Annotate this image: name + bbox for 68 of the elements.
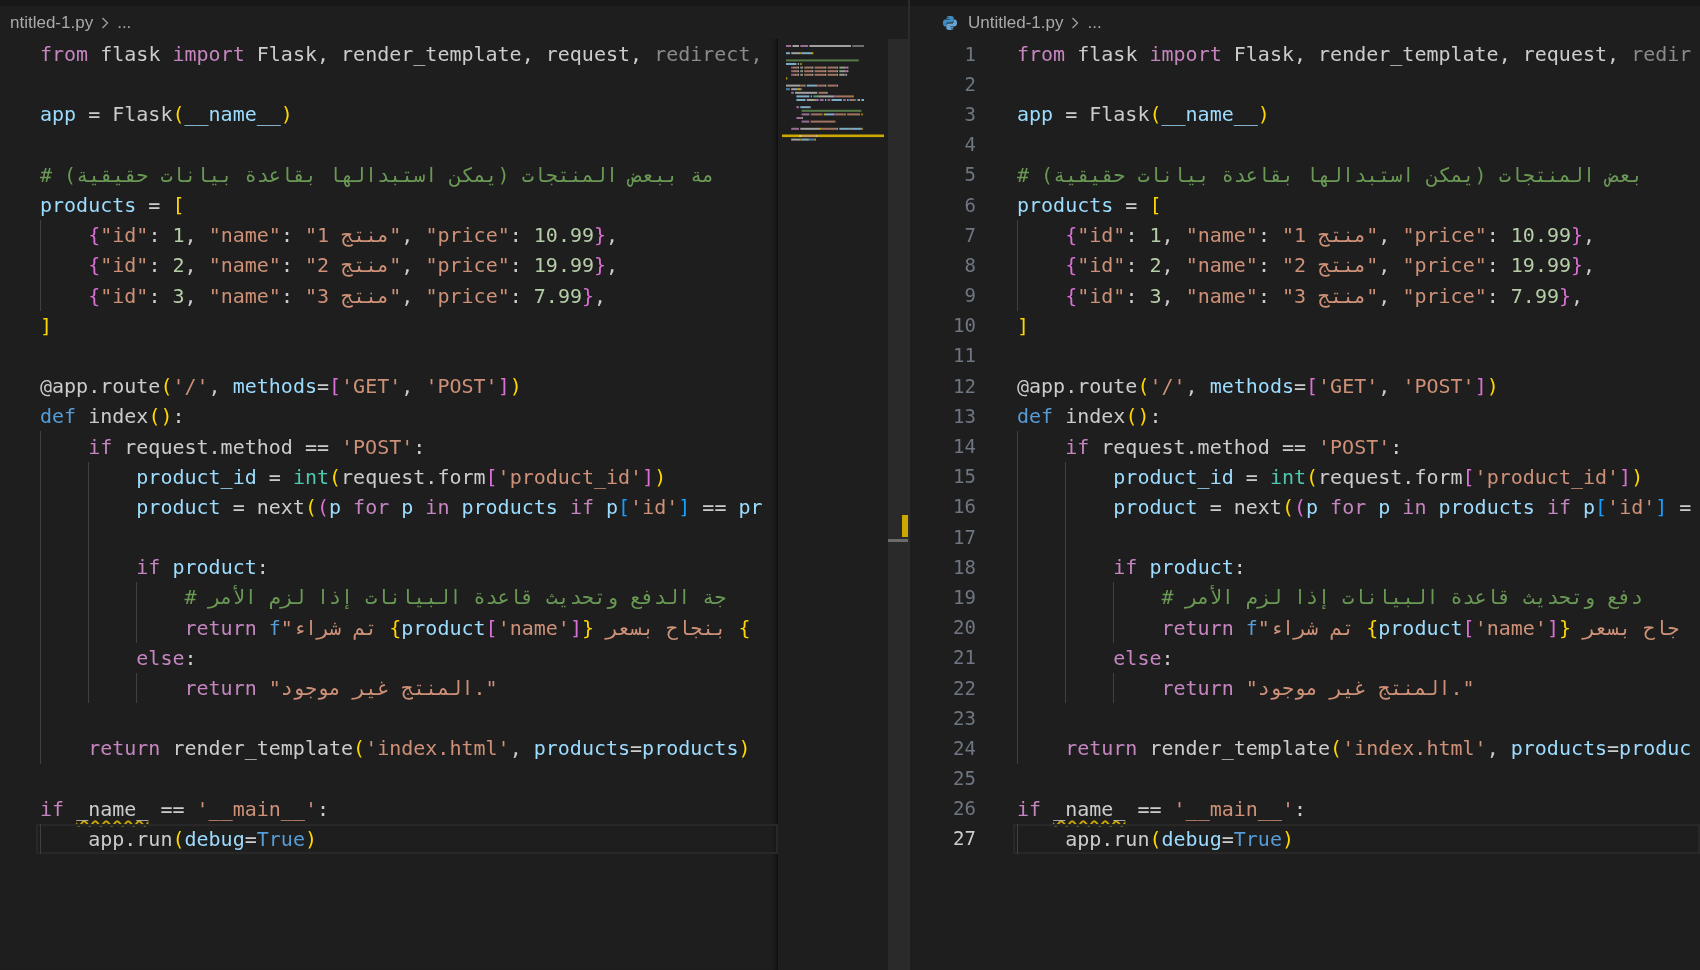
breadcrumb-ellipsis[interactable]: ... xyxy=(1087,12,1102,33)
line-number: 14 xyxy=(953,437,976,457)
line-number: 13 xyxy=(953,406,976,426)
code-line: return render_template('index.html', products=products) xyxy=(87,736,751,761)
line-number: 18 xyxy=(953,557,976,577)
code-line: else: xyxy=(1112,645,1174,670)
code-line: app.run(debug=True) xyxy=(87,826,317,851)
code-line: @app.route('/', methods=['GET', 'POST']) xyxy=(1017,374,1499,399)
line-number: 26 xyxy=(953,799,976,819)
code-line: # بعض المنتجات (يمكن استبدالها بقاعدة بيانات حقيقية) xyxy=(1017,162,1644,187)
code-line: if request.method == 'POST': xyxy=(87,434,426,459)
line-number: 12 xyxy=(953,376,976,396)
line-number: 9 xyxy=(964,286,976,306)
line-number: 24 xyxy=(953,738,976,758)
line-number: 20 xyxy=(953,618,976,638)
code-line: if product: xyxy=(1112,555,1246,580)
line-number: 5 xyxy=(964,165,976,185)
line-number: 15 xyxy=(953,467,976,487)
line-number: 1 xyxy=(964,44,976,64)
code-line: ] xyxy=(1017,313,1030,338)
line-number: 7 xyxy=(964,225,976,245)
breadcrumb-file[interactable]: Untitled-1.py xyxy=(968,12,1064,33)
chevron-right-icon xyxy=(101,16,110,29)
line-number: 27 xyxy=(953,829,976,849)
code-line: app.run(debug=True) xyxy=(1064,826,1294,851)
breadcrumb-ellipsis[interactable]: ... xyxy=(117,12,132,33)
line-number: 10 xyxy=(953,316,976,336)
breadcrumb-file[interactable]: ntitled-1.py xyxy=(10,12,94,33)
code-line: # دفع وتحديث قاعدة البيانات إذا لزم الأمر xyxy=(1160,585,1644,610)
scrollbar[interactable] xyxy=(888,39,908,970)
line-number: 19 xyxy=(953,587,976,607)
line-number: 25 xyxy=(953,769,976,789)
code-line: # جة الدفع وتحديث قاعدة البيانات إذا لزم الأمر xyxy=(183,585,727,610)
code-line: ] xyxy=(40,313,53,338)
line-number: 2 xyxy=(964,74,976,94)
warning-marker xyxy=(902,515,908,537)
code-line: @app.route('/', methods=['GET', 'POST']) xyxy=(40,374,522,399)
scroll-position-marker xyxy=(888,539,908,542)
code-line: if product: xyxy=(135,555,269,580)
code-line: if request.method == 'POST': xyxy=(1064,434,1403,459)
code-line: return render_template('index.html', products=produc xyxy=(1064,736,1692,761)
line-number: 11 xyxy=(953,346,976,366)
code-line: app = Flask(__name__) xyxy=(40,102,293,127)
code-line: from flask import Flask, render_template, request, redirect, xyxy=(40,42,763,67)
code-line: products = [ xyxy=(1017,193,1162,218)
line-number: 22 xyxy=(953,678,976,698)
code-line: products = [ xyxy=(40,193,185,218)
code-line: product_id = int(request.form['product_id']) xyxy=(135,464,667,489)
line-number: 4 xyxy=(964,135,976,155)
code-line: product = next((p for p in products if p['id'] == pr xyxy=(135,494,763,519)
code-line: product_id = int(request.form['product_id']) xyxy=(1112,464,1644,489)
line-number: 8 xyxy=(964,255,976,275)
line-number: 21 xyxy=(953,648,976,668)
code-line: # مة ببعض المنتجات (يمكن استبدالها بقاعدة بيانات حقيقية) xyxy=(40,162,715,187)
code-line: from flask import Flask, render_template, request, redir xyxy=(1017,42,1692,67)
code-line: def index(): xyxy=(1017,404,1162,429)
line-number: 17 xyxy=(953,527,976,547)
line-number: 6 xyxy=(964,195,976,215)
code-line: def index(): xyxy=(40,404,185,429)
line-number: 16 xyxy=(953,497,976,517)
chevron-right-icon xyxy=(1071,16,1080,29)
code-line: if _name_ == '__main__': xyxy=(40,796,329,821)
code-line: if _name_ == '__main__': xyxy=(1017,796,1306,821)
code-line: else: xyxy=(135,645,197,670)
code-line: product = next((p for p in products if p['id'] = xyxy=(1112,494,1692,519)
code-line: app = Flask(__name__) xyxy=(1017,102,1270,127)
line-number: 23 xyxy=(953,708,976,728)
line-number: 3 xyxy=(964,104,976,124)
